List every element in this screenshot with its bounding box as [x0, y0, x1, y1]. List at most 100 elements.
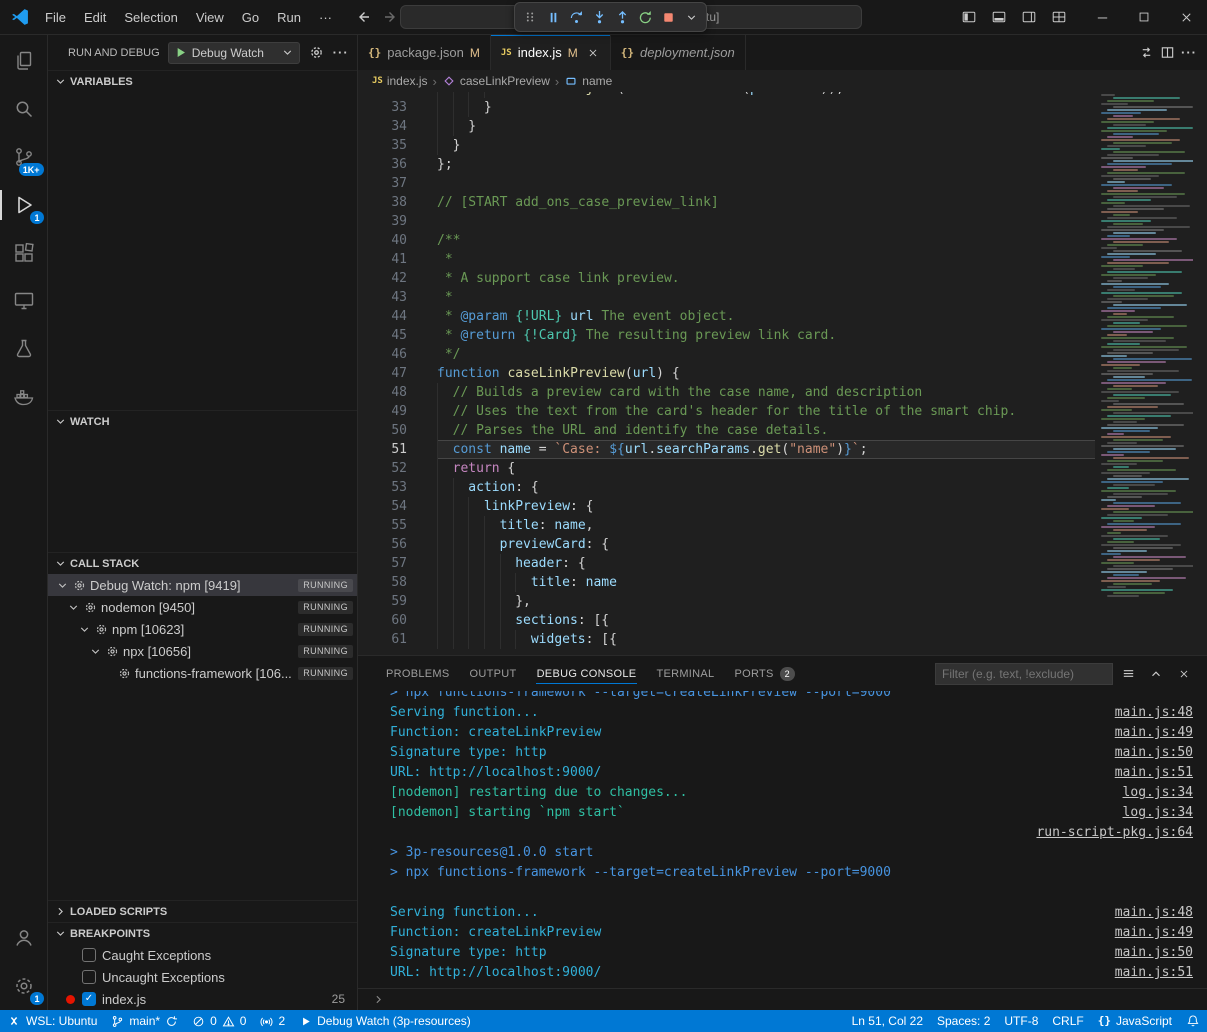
- code-text[interactable]: *: [437, 250, 1095, 269]
- activity-run-and-debug-icon[interactable]: 1: [0, 181, 48, 229]
- console-source-link[interactable]: main.js:51: [1115, 963, 1193, 983]
- more-actions-icon[interactable]: ···: [1181, 45, 1197, 60]
- breakpoint-item[interactable]: Caught Exceptions: [48, 944, 357, 966]
- line-number[interactable]: 45: [358, 326, 437, 345]
- code-text[interactable]: [437, 212, 1095, 231]
- code-text[interactable]: action: {: [437, 478, 1095, 497]
- code-text[interactable]: */: [437, 345, 1095, 364]
- step-over-button[interactable]: [565, 5, 587, 29]
- activity-search-icon[interactable]: [0, 85, 48, 133]
- minimize-button[interactable]: [1081, 0, 1123, 34]
- console-source-link[interactable]: main.js:48: [1115, 703, 1193, 723]
- session-picker-button[interactable]: [680, 5, 702, 29]
- notifications[interactable]: [1179, 1010, 1207, 1032]
- customize-layout-icon[interactable]: [1045, 3, 1073, 31]
- activity-extensions-icon[interactable]: [0, 229, 48, 277]
- line-number[interactable]: 55: [358, 516, 437, 535]
- breadcrumb-item[interactable]: JSindex.js: [372, 74, 428, 88]
- code-line-34[interactable]: 34}: [358, 117, 1095, 136]
- code-line-52[interactable]: 52return {: [358, 459, 1095, 478]
- console-source-link[interactable]: main.js:48: [1115, 903, 1193, 923]
- code-line-61[interactable]: 61widgets: [{: [358, 630, 1095, 649]
- problems-status[interactable]: 00: [185, 1010, 253, 1032]
- panel-tab-debug-console[interactable]: DEBUG CONSOLE: [527, 656, 647, 691]
- code-text[interactable]: linkPreview: {: [437, 497, 1095, 516]
- line-number[interactable]: 42: [358, 269, 437, 288]
- line-number[interactable]: 43: [358, 288, 437, 307]
- cursor-position[interactable]: Ln 51, Col 22: [845, 1010, 930, 1032]
- code-text[interactable]: // Builds a preview card with the case n…: [437, 383, 1095, 402]
- code-line-42[interactable]: 42 * A support case link preview.: [358, 269, 1095, 288]
- branch-status[interactable]: main*: [104, 1010, 185, 1032]
- console-source-link[interactable]: run-script-pkg.js:64: [1036, 823, 1193, 843]
- code-text[interactable]: header: {: [437, 554, 1095, 573]
- line-number[interactable]: 54: [358, 497, 437, 516]
- line-number[interactable]: 51: [358, 440, 437, 459]
- go-forward-icon[interactable]: [383, 9, 399, 25]
- maximize-button[interactable]: [1123, 0, 1165, 34]
- debug-console-output[interactable]: > npx functions-framework --target=creat…: [358, 691, 1207, 988]
- drag-handle-button[interactable]: [519, 5, 541, 29]
- activity-remote-explorer-icon[interactable]: [0, 277, 48, 325]
- go-back-icon[interactable]: [355, 9, 371, 25]
- code-line-47[interactable]: 47function caseLinkPreview(url) {: [358, 364, 1095, 383]
- console-source-link[interactable]: main.js:50: [1115, 943, 1193, 963]
- ports-status[interactable]: 2: [253, 1010, 292, 1032]
- call-stack-session[interactable]: Debug Watch: npm [9419]RUNNING: [48, 574, 357, 596]
- section-watch[interactable]: WATCH: [48, 410, 357, 432]
- breakpoint-checkbox[interactable]: [82, 970, 96, 984]
- code-line-33[interactable]: 33}: [358, 98, 1095, 117]
- split-editor-icon[interactable]: [1160, 45, 1175, 60]
- code-line-56[interactable]: 56previewCard: {: [358, 535, 1095, 554]
- close-panel-icon[interactable]: [1171, 661, 1197, 687]
- line-number[interactable]: 41: [358, 250, 437, 269]
- code-line-45[interactable]: 45 * @return {!Card} The resulting previ…: [358, 326, 1095, 345]
- code-text[interactable]: },: [437, 592, 1095, 611]
- debug-status[interactable]: Debug Watch (3p-resources): [292, 1010, 478, 1032]
- toggle-panel-icon[interactable]: [985, 3, 1013, 31]
- breakpoint-checkbox[interactable]: [82, 948, 96, 962]
- line-number[interactable]: 39: [358, 212, 437, 231]
- code-text[interactable]: // Parses the URL and identify the case …: [437, 421, 1095, 440]
- console-source-link[interactable]: log.js:34: [1123, 803, 1193, 823]
- panel-tab-terminal[interactable]: TERMINAL: [646, 656, 724, 691]
- line-number[interactable]: 49: [358, 402, 437, 421]
- line-number[interactable]: 44: [358, 307, 437, 326]
- section-breakpoints[interactable]: BREAKPOINTS: [48, 922, 357, 944]
- code-text[interactable]: }: [437, 136, 1095, 155]
- panel-tab-problems[interactable]: PROBLEMS: [376, 656, 460, 691]
- code-line-37[interactable]: 37: [358, 174, 1095, 193]
- code-text[interactable]: // [START add_ons_case_preview_link]: [437, 193, 1095, 212]
- code-text[interactable]: *: [437, 288, 1095, 307]
- restart-button[interactable]: [634, 5, 656, 29]
- code-line-46[interactable]: 46 */: [358, 345, 1095, 364]
- more-actions-icon[interactable]: ···: [332, 42, 349, 64]
- line-number[interactable]: 48: [358, 383, 437, 402]
- menu-selection[interactable]: Selection: [115, 0, 186, 34]
- open-launch-config-icon[interactable]: [308, 42, 325, 64]
- menu-view[interactable]: View: [187, 0, 233, 34]
- line-number[interactable]: 50: [358, 421, 437, 440]
- line-number[interactable]: 61: [358, 630, 437, 649]
- toggle-secondary-sidebar-icon[interactable]: [1015, 3, 1043, 31]
- activity-docker-icon[interactable]: [0, 373, 48, 421]
- activity-testing-icon[interactable]: [0, 325, 48, 373]
- panel-tab-ports[interactable]: PORTS2: [724, 656, 805, 691]
- code-line-38[interactable]: 38// [START add_ons_case_preview_link]: [358, 193, 1095, 212]
- console-source-link[interactable]: log.js:34: [1123, 783, 1193, 803]
- call-stack-session[interactable]: npm [10623]RUNNING: [48, 618, 357, 640]
- encoding[interactable]: UTF-8: [997, 1010, 1045, 1032]
- stop-button[interactable]: [657, 5, 679, 29]
- code-line-50[interactable]: 50// Parses the URL and identify the cas…: [358, 421, 1095, 440]
- activity-settings-icon[interactable]: 1: [0, 962, 48, 1010]
- line-number[interactable]: 35: [358, 136, 437, 155]
- code-text[interactable]: previewCard: {: [437, 535, 1095, 554]
- section-call-stack[interactable]: CALL STACK: [48, 552, 357, 574]
- line-number[interactable]: 56: [358, 535, 437, 554]
- code-line-53[interactable]: 53action: {: [358, 478, 1095, 497]
- clear-console-icon[interactable]: [1115, 661, 1141, 687]
- panel-tab-output[interactable]: OUTPUT: [460, 656, 527, 691]
- call-stack-session[interactable]: npx [10656]RUNNING: [48, 640, 357, 662]
- toggle-primary-sidebar-icon[interactable]: [955, 3, 983, 31]
- line-number[interactable]: 47: [358, 364, 437, 383]
